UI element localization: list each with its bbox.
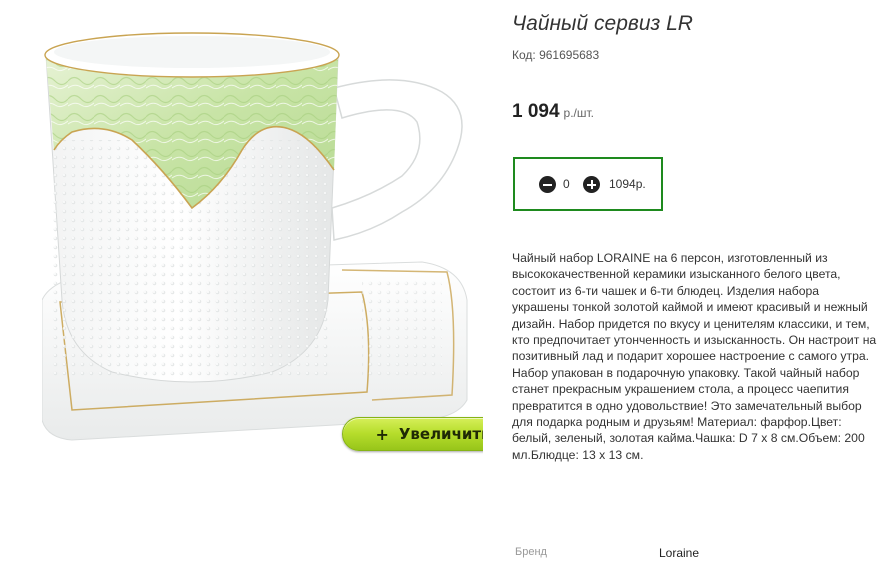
price-unit: р./шт. [563,106,595,120]
property-value-brand: Loraine [659,546,700,560]
quantity-selector: 0 1094р. [513,157,663,211]
product-image[interactable]: + Увеличить [42,0,483,462]
minus-circle-icon[interactable] [539,176,556,193]
zoom-button-label: Увеличить [398,425,483,443]
zoom-button[interactable]: + Увеличить [342,417,483,451]
product-title: Чайный сервиз LR [512,12,693,35]
product-description: Чайный набор LORAINE на 6 персон, изгото… [512,251,877,462]
product-code: Код: 961695683 [512,48,600,62]
plus-circle-icon[interactable] [583,176,600,193]
quantity-count: 0 [563,177,570,191]
product-page: + Увеличить Чайный сервиз LR Код: 961695… [0,0,887,584]
property-label-brand: Бренд [515,546,547,558]
cup-and-saucer-illustration [42,32,468,441]
price-value: 1 094 [512,101,560,122]
quantity-sum: 1094р. [609,177,646,191]
plus-icon: + [375,424,389,444]
product-price: 1 094 р./шт. [512,101,594,123]
